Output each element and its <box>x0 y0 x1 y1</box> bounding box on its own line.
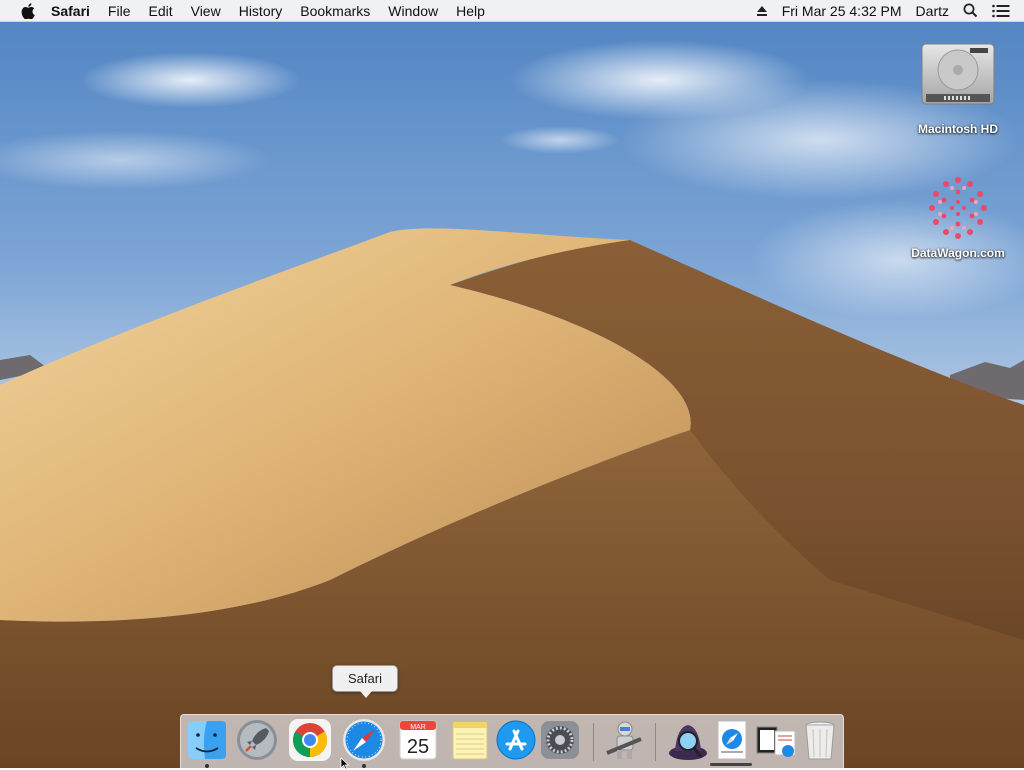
datetime[interactable]: Fri Mar 25 4:32 PM <box>775 0 909 22</box>
desktop-icon-macintosh-hd[interactable]: Macintosh HD <box>903 32 1013 136</box>
desktop-icon-label: DataWagon.com <box>911 246 1005 260</box>
calendar-icon: MAR 25 <box>399 720 437 760</box>
chrome-icon <box>289 719 331 761</box>
mojave-wallpaper <box>0 0 1024 768</box>
calendar-month: MAR <box>410 724 426 731</box>
dock-item-system-preferences[interactable] <box>537 717 583 763</box>
app-store-icon <box>496 720 536 760</box>
dock: MAR 25 <box>180 714 844 768</box>
system-preferences-icon <box>541 721 579 759</box>
dock-item-notes[interactable] <box>447 717 493 763</box>
safari-icon <box>343 719 385 761</box>
menu-file[interactable]: File <box>99 0 140 22</box>
automator-icon <box>606 721 642 759</box>
menu-edit[interactable]: Edit <box>139 0 181 22</box>
trash-icon <box>805 721 835 760</box>
menu-history[interactable]: History <box>230 0 292 22</box>
dock-item-safari[interactable] <box>341 717 387 768</box>
menu-help[interactable]: Help <box>447 0 494 22</box>
notes-icon <box>452 721 488 760</box>
running-indicator <box>205 764 209 768</box>
stack-indicator <box>710 763 752 766</box>
hard-drive-icon <box>921 43 995 105</box>
alfred-icon <box>669 725 707 760</box>
calendar-day: 25 <box>407 736 429 758</box>
menu-view[interactable]: View <box>182 0 230 22</box>
dock-item-finder[interactable] <box>184 717 230 768</box>
mouse-cursor-icon <box>340 758 350 770</box>
dock-item-automator[interactable] <box>601 717 647 763</box>
finder-icon <box>188 721 226 759</box>
notification-center-icon[interactable] <box>985 4 1024 18</box>
menu-window[interactable]: Window <box>379 0 447 22</box>
desktop-icon-label: Macintosh HD <box>917 122 998 136</box>
running-indicator <box>362 764 366 768</box>
dock-separator <box>593 723 594 761</box>
spotlight-icon[interactable] <box>956 3 985 18</box>
dock-item-alfred[interactable] <box>665 717 711 763</box>
dock-item-chrome[interactable] <box>287 717 333 763</box>
documents-stack-icon <box>756 726 796 757</box>
eject-icon[interactable] <box>749 5 775 17</box>
datawagon-icon <box>929 177 987 239</box>
launchpad-icon <box>237 720 277 760</box>
apple-icon[interactable] <box>14 2 42 19</box>
dock-item-documents[interactable] <box>753 717 799 763</box>
desktop[interactable] <box>0 0 1024 768</box>
dock-item-launchpad[interactable] <box>234 717 280 763</box>
menu-bookmarks[interactable]: Bookmarks <box>291 0 379 22</box>
downloads-stack-icon <box>717 720 747 760</box>
dock-item-app-store[interactable] <box>493 717 539 763</box>
dock-item-downloads[interactable] <box>709 717 755 763</box>
dock-item-calendar[interactable]: MAR 25 <box>395 717 441 763</box>
desktop-icon-datawagon[interactable]: DataWagon.com <box>903 168 1013 260</box>
dock-tooltip: Safari <box>332 665 398 698</box>
dock-separator <box>655 723 656 761</box>
menu-bar: Safari File Edit View History Bookmarks … <box>0 0 1024 22</box>
dock-item-trash[interactable] <box>797 717 843 763</box>
user-name[interactable]: Dartz <box>909 0 956 22</box>
menu-app-name[interactable]: Safari <box>42 0 99 22</box>
